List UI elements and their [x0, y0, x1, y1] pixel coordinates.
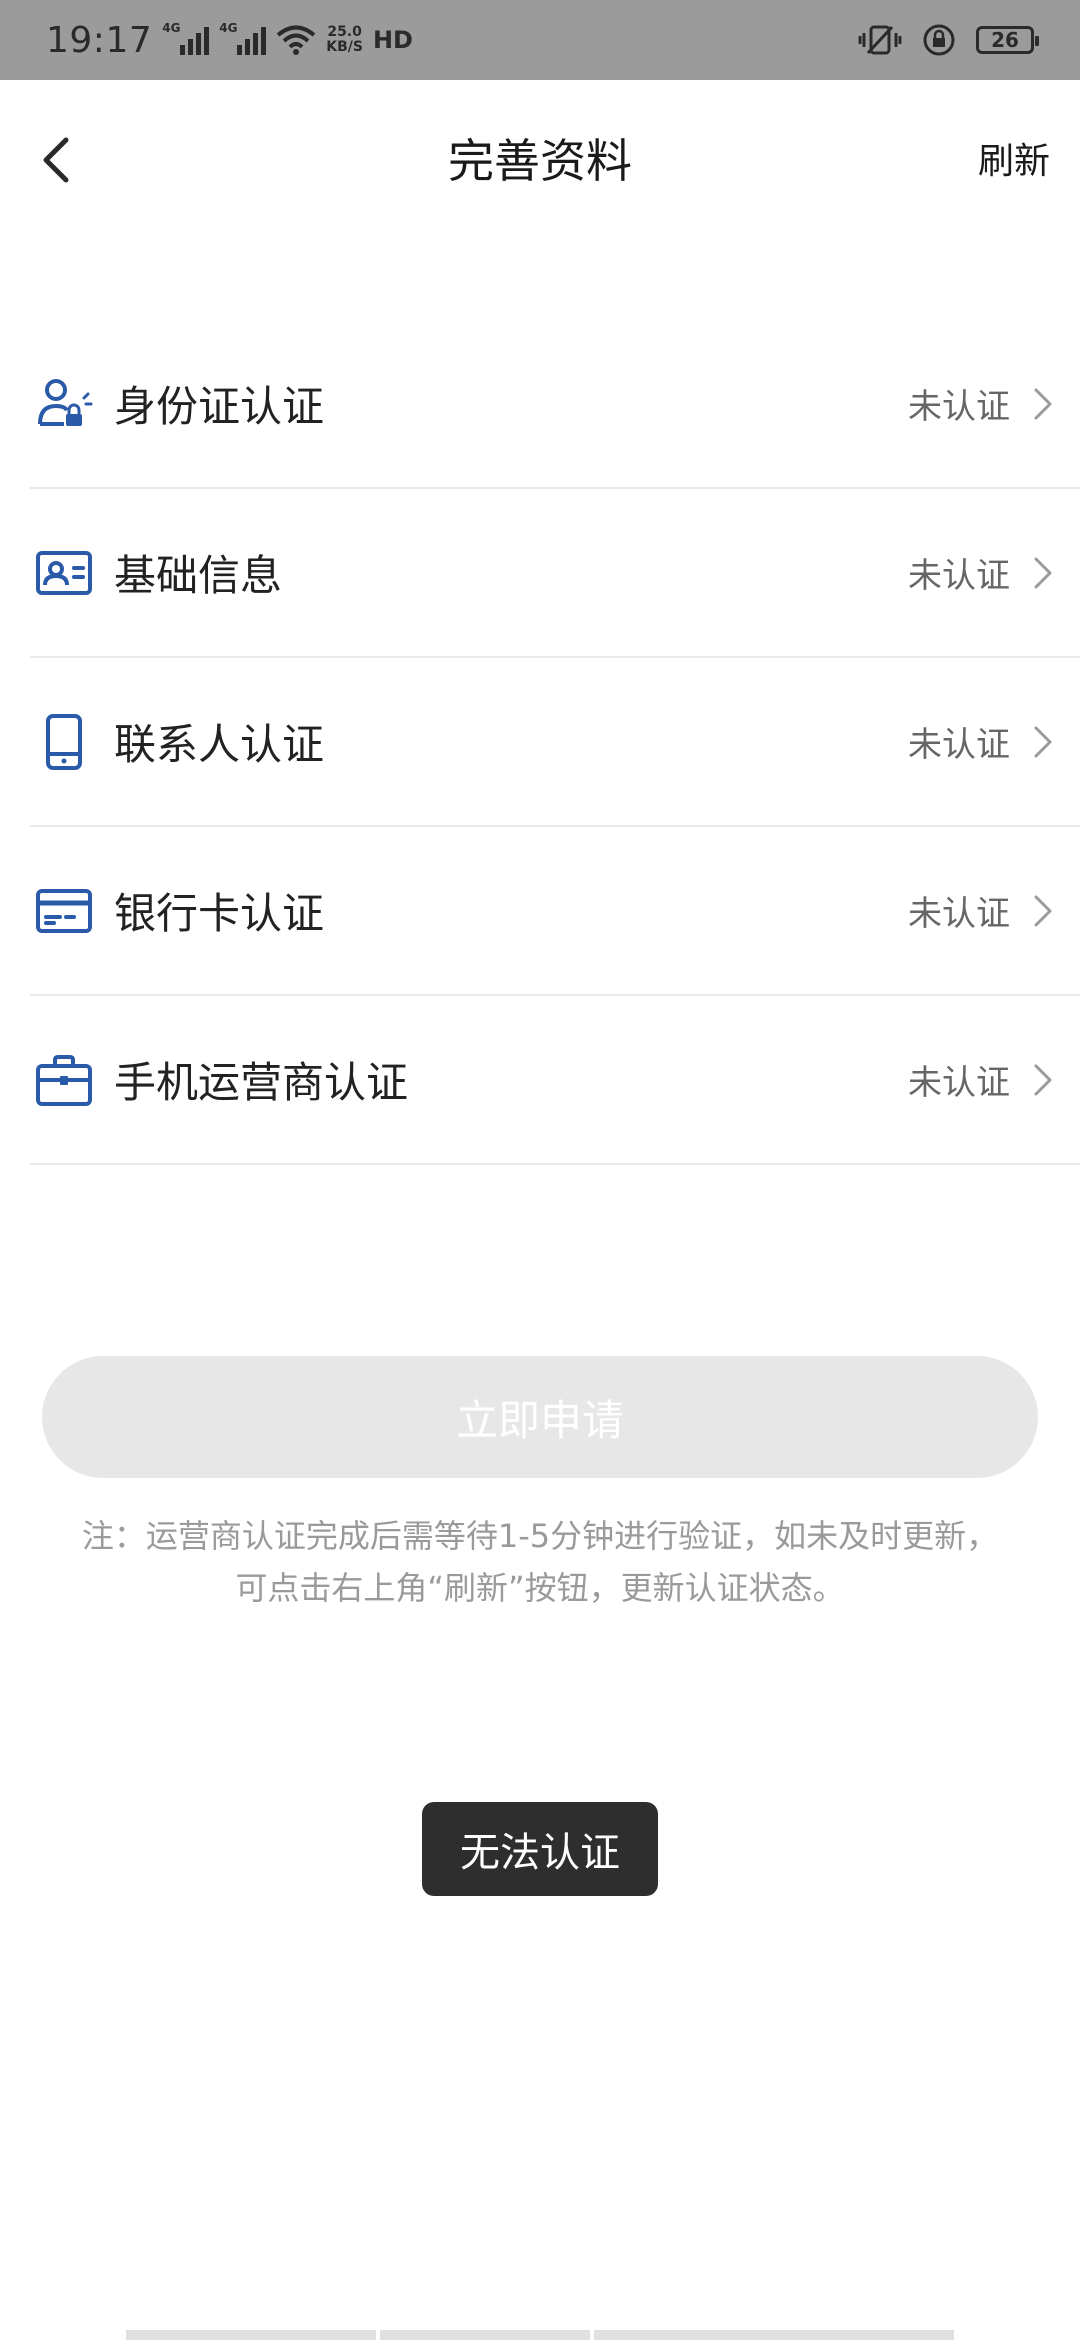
- network-type-label: 4G: [162, 21, 181, 35]
- note-line-1: 注：运营商认证完成后需等待1-5分钟进行验证，如未及时更新，: [81, 1517, 999, 1555]
- speed-value: 25.0: [327, 24, 362, 40]
- bank-card-icon: [36, 888, 92, 933]
- chevron-right-icon: [1034, 557, 1052, 588]
- bottom-nav-hint: [126, 2330, 954, 2340]
- id-person-icon: [38, 378, 93, 426]
- status-text: 未认证: [908, 894, 1010, 934]
- list-item-label: 基础信息: [114, 551, 283, 600]
- list-item-label: 银行卡认证: [114, 889, 325, 938]
- chevron-right-icon: [1034, 895, 1052, 926]
- status-text: 未认证: [908, 387, 1010, 427]
- status-time: 19:17: [46, 19, 153, 61]
- id-card-icon: [36, 550, 92, 595]
- network-speed: 25.0 KB/S: [326, 25, 363, 55]
- chevron-right-icon: [1034, 726, 1052, 757]
- note-text: 注：运营商认证完成后需等待1-5分钟进行验证，如未及时更新， 可点击右上角“刷新…: [30, 1510, 1050, 1614]
- wifi-icon: [276, 25, 316, 55]
- verification-list: 身份证认证 未认证 基础信息 未认证 联系人认证 未认证 银行卡认证 未认证 手…: [30, 320, 1080, 1165]
- list-item-carrier[interactable]: 手机运营商认证 未认证: [30, 996, 1080, 1165]
- status-bar-right: 26: [858, 23, 1039, 57]
- status-text: 未认证: [908, 725, 1010, 765]
- rotation-lock-icon: [923, 24, 955, 56]
- signal-icon: 4G: [162, 21, 210, 55]
- chevron-right-icon: [1034, 388, 1052, 419]
- chevron-right-icon: [1034, 1064, 1052, 1095]
- toast-message: 无法认证: [422, 1802, 658, 1896]
- back-arrow-icon[interactable]: [30, 130, 90, 190]
- battery-icon: 26: [976, 26, 1039, 54]
- refresh-button[interactable]: 刷新: [978, 132, 1050, 184]
- list-item-label: 手机运营商认证: [114, 1058, 409, 1107]
- phone-icon: [46, 713, 82, 770]
- apply-now-button[interactable]: 立即申请: [42, 1356, 1038, 1478]
- list-item-label: 身份证认证: [114, 382, 325, 431]
- navigation-header: 完善资料 刷新: [0, 80, 1080, 236]
- list-item-label: 联系人认证: [114, 720, 325, 769]
- list-item-id-verification[interactable]: 身份证认证 未认证: [30, 320, 1080, 489]
- hd-label: HD: [372, 26, 413, 54]
- status-bar-left: 19:17 4G 4G 25.0 KB/S HD: [46, 20, 413, 61]
- status-bar: 19:17 4G 4G 25.0 KB/S HD 26: [0, 0, 1080, 80]
- signal-icon-2: 4G: [219, 21, 267, 55]
- status-text: 未认证: [908, 1063, 1010, 1103]
- list-item-contacts[interactable]: 联系人认证 未认证: [30, 658, 1080, 827]
- status-text: 未认证: [908, 556, 1010, 596]
- note-line-2: 可点击右上角“刷新”按钮，更新认证状态。: [235, 1569, 845, 1607]
- list-item-basic-info[interactable]: 基础信息 未认证: [30, 489, 1080, 658]
- list-item-bank-card[interactable]: 银行卡认证 未认证: [30, 827, 1080, 996]
- speed-unit: KB/S: [326, 39, 363, 55]
- page-title: 完善资料: [448, 134, 632, 188]
- briefcase-icon: [36, 1054, 92, 1106]
- network-type-label-2: 4G: [219, 21, 238, 35]
- vibrate-icon: [858, 25, 902, 55]
